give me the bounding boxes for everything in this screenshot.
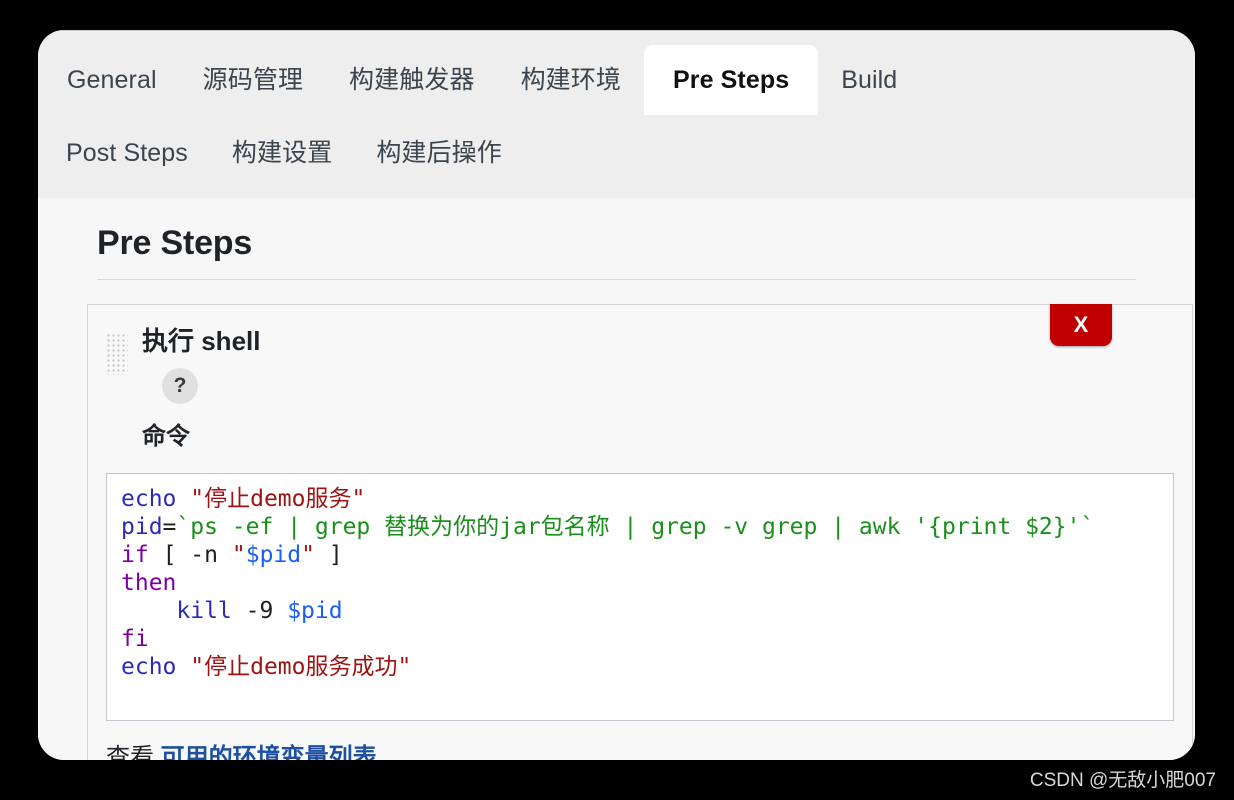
tab-row-primary: General 源码管理 构建触发器 构建环境 Pre Steps Build (38, 31, 1195, 115)
command-editor[interactable]: echo "停止demo服务" pid=`ps -ef | grep 替换为你的… (106, 472, 1174, 721)
command-code-text[interactable]: echo "停止demo服务" pid=`ps -ef | grep 替换为你的… (107, 474, 1173, 681)
page-title: Pre Steps (97, 224, 253, 262)
job-config-panel: General 源码管理 构建触发器 构建环境 Pre Steps Build … (38, 30, 1195, 760)
tab-pre-steps[interactable]: Pre Steps (643, 45, 819, 115)
drag-handle-icon[interactable] (106, 333, 128, 375)
build-step-header: 执行 shell ? 命令 (88, 305, 1192, 451)
tab-row-secondary: Post Steps 构建设置 构建后操作 (38, 115, 1195, 191)
command-field-label: 命令 (142, 422, 190, 450)
page-body: Pre Steps X 执行 shell ? 命令 echo "停止demo服务… (38, 224, 1195, 760)
tab-build-environment[interactable]: 构建环境 (498, 45, 644, 115)
tab-build-triggers[interactable]: 构建触发器 (326, 45, 498, 115)
tab-source-code-management[interactable]: 源码管理 (180, 45, 326, 115)
help-icon[interactable]: ? (162, 367, 198, 404)
env-variables-row: 查看 可用的环境变量列表 (106, 737, 1192, 760)
tab-general[interactable]: General (44, 45, 180, 115)
build-step-body: 执行 shell ? 命令 (128, 327, 260, 451)
delete-step-button[interactable]: X (1050, 304, 1112, 346)
env-variables-prefix: 查看 (106, 743, 154, 760)
tab-build-settings[interactable]: 构建设置 (210, 140, 354, 166)
watermark: CSDN @无敌小肥007 (1029, 770, 1216, 791)
title-divider (97, 279, 1136, 280)
env-variables-link[interactable]: 可用的环境变量列表 (161, 744, 377, 760)
tab-post-steps[interactable]: Post Steps (44, 140, 210, 166)
config-tab-strip: General 源码管理 构建触发器 构建环境 Pre Steps Build … (38, 30, 1195, 198)
build-step-title: 执行 shell (142, 326, 261, 356)
build-step-panel: X 执行 shell ? 命令 echo "停止demo服务" pid=`ps … (87, 304, 1193, 760)
tab-build[interactable]: Build (818, 45, 920, 115)
tab-post-build-actions[interactable]: 构建后操作 (354, 140, 524, 166)
